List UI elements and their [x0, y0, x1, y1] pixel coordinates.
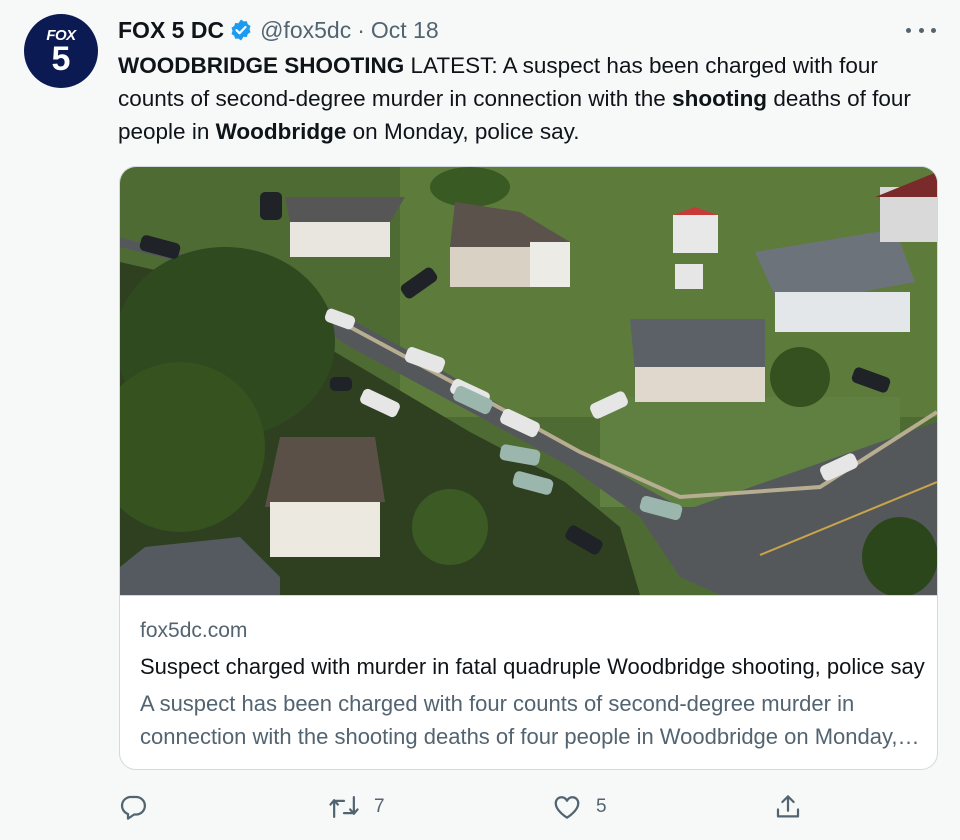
- heart-icon: [552, 792, 582, 822]
- tweet-date[interactable]: Oct 18: [371, 17, 439, 44]
- like-button[interactable]: 5: [552, 790, 607, 824]
- card-description: A suspect has been charged with four cou…: [140, 691, 898, 749]
- tweet[interactable]: FOX 5 FOX 5 DC @fox5dc · Oct 18 WOODBRID…: [0, 0, 960, 840]
- more-options-icon[interactable]: [906, 18, 936, 42]
- like-count: 5: [596, 796, 607, 817]
- tweet-text-segment: on Monday, police say.: [346, 119, 580, 144]
- tweet-text: WOODBRIDGE SHOOTING LATEST: A suspect ha…: [118, 49, 948, 148]
- link-card[interactable]: fox5dc.com Suspect charged with murder i…: [119, 166, 938, 770]
- share-button[interactable]: [773, 790, 803, 824]
- retweet-button[interactable]: 7: [328, 790, 385, 824]
- tweet-text-segment[interactable]: shooting: [672, 86, 767, 111]
- account-name[interactable]: FOX 5 DC: [118, 17, 224, 44]
- share-icon: [773, 792, 803, 822]
- avatar[interactable]: FOX 5: [24, 14, 98, 88]
- header-separator: ·: [357, 16, 365, 43]
- tweet-header: FOX 5 DC @fox5dc · Oct 18: [118, 14, 439, 46]
- aerial-photo-image[interactable]: [120, 167, 937, 596]
- tweet-text-segment[interactable]: Woodbridge: [216, 119, 347, 144]
- verified-badge-icon: [229, 18, 253, 42]
- tweet-text-segment[interactable]: WOODBRIDGE SHOOTING: [118, 53, 404, 78]
- retweet-icon: [328, 792, 360, 822]
- reply-button[interactable]: [118, 790, 148, 824]
- reply-icon: [118, 792, 148, 822]
- avatar-logo-number: 5: [51, 39, 71, 78]
- card-title: Suspect charged with murder in fatal qua…: [140, 654, 925, 679]
- account-handle[interactable]: @fox5dc: [260, 17, 351, 44]
- card-domain: fox5dc.com: [140, 619, 248, 642]
- tweet-actions: 7 5: [118, 790, 818, 824]
- retweet-count: 7: [374, 796, 385, 817]
